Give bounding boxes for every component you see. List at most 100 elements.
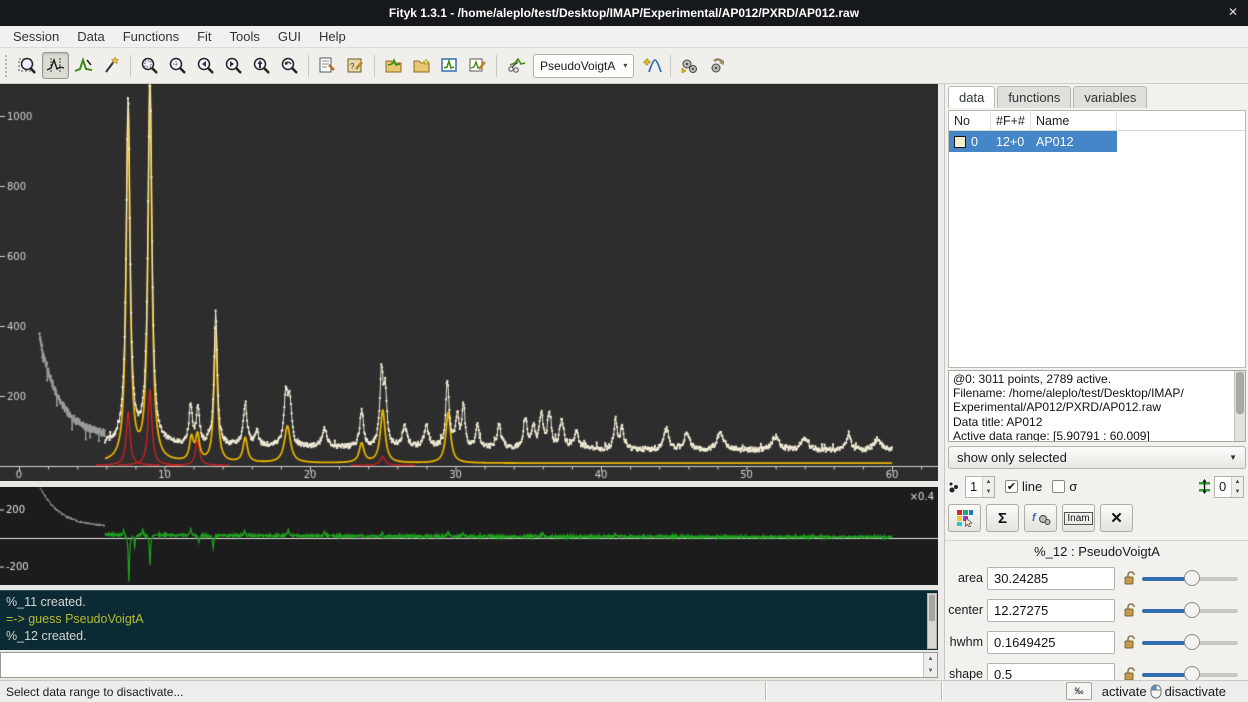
tab-variables[interactable]: variables <box>1073 86 1147 108</box>
param-row-area: area 30.24285 <box>945 564 1248 592</box>
toolbar-separator <box>308 55 309 77</box>
add-peak-drag-mode-button[interactable] <box>98 52 125 79</box>
area-slider[interactable] <box>1142 569 1238 587</box>
sigma-checkbox-label: σ <box>1069 479 1077 494</box>
console-scrollbar[interactable] <box>927 593 937 649</box>
title-bar: Fityk 1.3.1 - /home/aleplo/test/Desktop/… <box>0 0 1248 26</box>
add-peak-mode-button[interactable] <box>70 52 97 79</box>
name-toggle-button[interactable]: Inam <box>1062 504 1095 532</box>
menu-tools[interactable]: Tools <box>221 27 269 46</box>
command-history-spinner[interactable]: ▲▼ <box>923 653 937 677</box>
show-log-button[interactable] <box>314 52 341 79</box>
open-data-button[interactable] <box>380 52 407 79</box>
toolbar-grip <box>5 55 10 77</box>
hwhm-slider[interactable] <box>1142 633 1238 651</box>
menu-fit[interactable]: Fit <box>188 27 220 46</box>
dropdown-arrow-icon: ▾ <box>623 61 627 70</box>
dataset-row[interactable]: 0 12+0 AP012 <box>949 131 1245 152</box>
run-fit-button[interactable] <box>676 52 703 79</box>
console-line: =-> guess PseudoVoigtA <box>6 611 932 628</box>
dataset-checkbox[interactable] <box>954 136 966 148</box>
info-line: Filename: /home/aleplo/test/Desktop/IMAP… <box>953 386 1241 400</box>
info-scrollbar[interactable] <box>1234 371 1245 441</box>
data-colors-button[interactable] <box>948 504 981 532</box>
sidebar-tabs: data functions variables <box>945 84 1248 108</box>
menu-session[interactable]: Session <box>4 27 68 46</box>
auxiliary-plot-canvas[interactable] <box>0 487 938 585</box>
mouse-hint: activate disactivate <box>1102 682 1226 700</box>
column-name: Name <box>1031 111 1117 130</box>
lock-icon[interactable] <box>1123 603 1136 618</box>
dataset-list-header: No #F+# Name <box>949 111 1245 131</box>
output-console: %_11 created. =-> guess PseudoVoigtA %_1… <box>0 590 938 650</box>
export-plot-button[interactable] <box>436 52 463 79</box>
tab-functions[interactable]: functions <box>997 86 1071 108</box>
zoom-undo-button[interactable] <box>276 52 303 79</box>
auto-add-peak-button[interactable] <box>638 52 665 79</box>
menu-functions[interactable]: Functions <box>114 27 188 46</box>
dataset-cell-no[interactable]: 0 <box>949 131 991 152</box>
plot-style-controls: 1 ▲▼ ✔ line σ 0 ▲▼ <box>948 474 1246 499</box>
shift-icon <box>1198 479 1211 494</box>
strip-background-button[interactable] <box>502 52 529 79</box>
toolbar-separator <box>130 55 131 77</box>
param-row-center: center 12.27275 <box>945 596 1248 624</box>
zoom-selection-button[interactable] <box>164 52 191 79</box>
area-input[interactable]: 30.24285 <box>987 567 1115 590</box>
param-label: center <box>945 603 987 617</box>
zoom-vertical-button[interactable] <box>248 52 275 79</box>
activate-label: activate <box>1102 684 1147 699</box>
dataset-list: No #F+# Name 0 12+0 AP012 <box>948 110 1246 368</box>
function-type-dropdown[interactable]: PseudoVoigtA ▾ <box>533 54 634 78</box>
sum-button[interactable]: Σ <box>986 504 1019 532</box>
center-slider[interactable] <box>1142 601 1238 619</box>
column-no: No <box>949 111 991 130</box>
command-input[interactable] <box>1 653 923 677</box>
console-line: %_12 created. <box>6 628 932 645</box>
show-filter-dropdown[interactable]: show only selected ▼ <box>948 446 1246 469</box>
command-input-row: ▲▼ <box>0 652 938 678</box>
close-icon[interactable]: ✕ <box>1228 5 1238 19</box>
lock-icon[interactable] <box>1123 571 1136 586</box>
plot-area: %_11 created. =-> guess PseudoVoigtA %_1… <box>0 84 938 680</box>
zoom-left-button[interactable] <box>192 52 219 79</box>
tab-data[interactable]: data <box>948 86 995 108</box>
status-bar: Select data range to disactivate... <box>0 680 1248 702</box>
shift-spinner[interactable]: 0 ▲▼ <box>1214 476 1244 498</box>
line-checkbox[interactable]: ✔ <box>1005 480 1018 493</box>
param-label: shape <box>945 667 987 681</box>
sigma-checkbox[interactable] <box>1052 480 1065 493</box>
toolbar-separator <box>374 55 375 77</box>
dataset-cell-f[interactable]: 12+0 <box>991 131 1031 152</box>
status-message: Select data range to disactivate... <box>0 685 183 699</box>
open-data-as-button[interactable] <box>408 52 435 79</box>
fit-undo-button[interactable] <box>704 52 731 79</box>
peak-top-toggle-button[interactable]: ‰ <box>1066 682 1092 700</box>
lock-icon[interactable] <box>1123 635 1136 650</box>
menu-gui[interactable]: GUI <box>269 27 310 46</box>
dataset-cell-name[interactable]: AP012 <box>1031 131 1117 152</box>
hwhm-input[interactable]: 0.1649425 <box>987 631 1115 654</box>
menu-data[interactable]: Data <box>68 27 113 46</box>
function-type-value: PseudoVoigtA <box>540 59 615 73</box>
info-line: Data title: AP012 <box>953 415 1241 429</box>
disactivate-label: disactivate <box>1165 684 1226 699</box>
show-filter-value: show only selected <box>957 450 1067 465</box>
zoom-mode-button[interactable] <box>14 52 41 79</box>
zoom-right-button[interactable] <box>220 52 247 79</box>
fityk-window: Fityk 1.3.1 - /home/aleplo/test/Desktop/… <box>0 0 1248 702</box>
functions-button[interactable]: f <box>1024 504 1057 532</box>
center-input[interactable]: 12.27275 <box>987 599 1115 622</box>
console-line: %_11 created. <box>6 594 932 611</box>
delete-button[interactable]: ✕ <box>1100 504 1133 532</box>
menu-help[interactable]: Help <box>310 27 355 46</box>
dropdown-arrow-icon: ▼ <box>1229 453 1237 462</box>
data-range-mode-button[interactable] <box>42 52 69 79</box>
zoom-all-button[interactable] <box>136 52 163 79</box>
toolbar: ? PseudoVoigtA ▾ <box>0 48 1248 84</box>
point-size-spinner[interactable]: 1 ▲▼ <box>965 476 995 498</box>
edit-script-button[interactable]: ? <box>342 52 369 79</box>
dataset-info-box: @0: 3011 points, 2789 active. Filename: … <box>948 370 1246 442</box>
save-plot-button[interactable] <box>464 52 491 79</box>
main-plot-canvas[interactable] <box>0 84 938 481</box>
